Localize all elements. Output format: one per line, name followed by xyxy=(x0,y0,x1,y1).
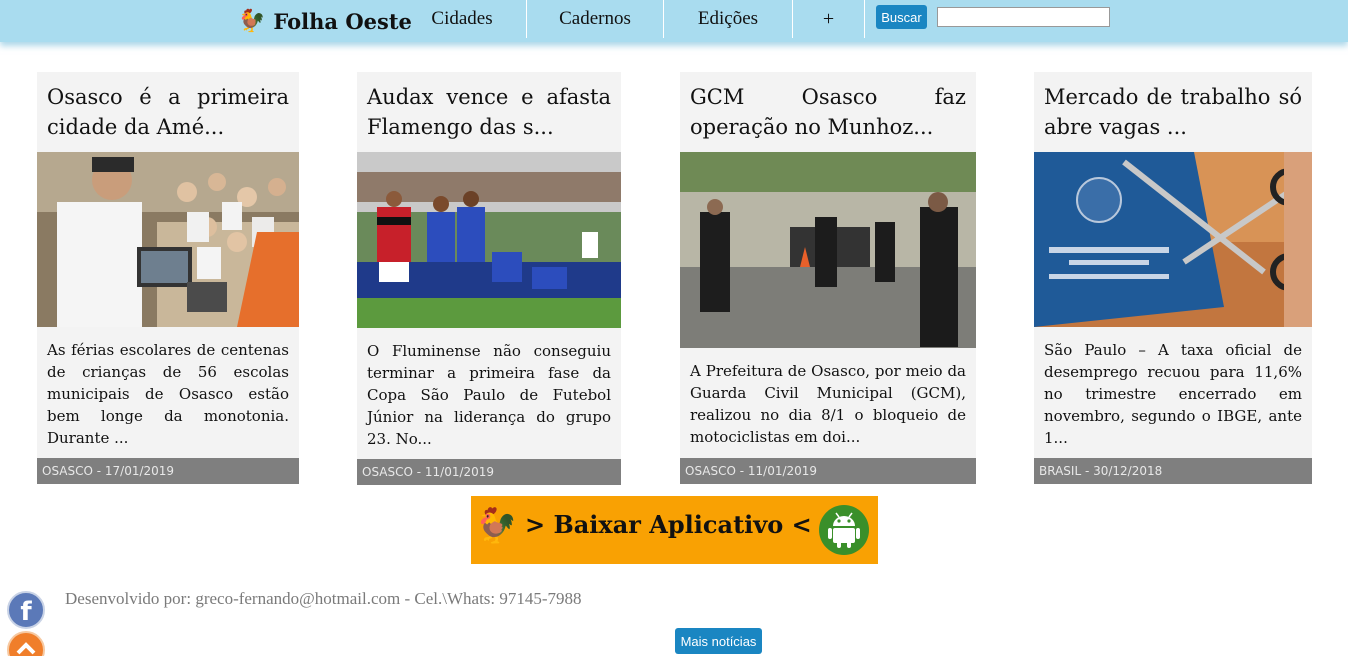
nav-item-cadernos[interactable]: Cadernos xyxy=(527,0,664,38)
scroll-top-icon[interactable] xyxy=(7,631,45,656)
nav-item-cidades[interactable]: Cidades xyxy=(398,0,527,38)
download-app-label: > Baixar Aplicativo < xyxy=(525,510,812,539)
news-card-summary: São Paulo – A taxa oficial de desemprego… xyxy=(1044,341,1302,447)
news-card-summary: As férias escolares de centenas de crian… xyxy=(47,341,289,447)
news-card-title[interactable]: Osasco é a primeira cidade da Amé... xyxy=(37,72,299,152)
news-card-image[interactable] xyxy=(1034,152,1312,327)
news-card-meta: BRASIL - 30/12/2018 xyxy=(1034,458,1312,484)
news-card-image[interactable] xyxy=(680,152,976,348)
nav-item-more[interactable]: + xyxy=(793,0,865,38)
nav-item-edicoes[interactable]: Edições xyxy=(664,0,793,38)
download-app-banner[interactable]: 🐓 > Baixar Aplicativo < xyxy=(471,496,878,564)
news-card-image[interactable] xyxy=(37,152,299,327)
news-card-title[interactable]: GCM Osasco faz operação no Munhoz... xyxy=(680,72,976,152)
news-card[interactable]: Osasco é a primeira cidade da Amé... As … xyxy=(37,72,299,484)
news-card-summary: O Fluminense não conseguiu terminar a pr… xyxy=(367,342,611,448)
logo-text: Folha Oeste xyxy=(273,8,412,34)
news-card-title[interactable]: Mercado de trabalho só abre vagas ... xyxy=(1034,72,1312,152)
main-nav: Cidades Cadernos Edições + xyxy=(398,0,865,38)
news-card[interactable]: GCM Osasco faz operação no Munhoz... A P… xyxy=(680,72,976,484)
search-button[interactable]: Buscar xyxy=(876,5,927,29)
facebook-icon[interactable]: f xyxy=(7,591,45,629)
news-card-meta: OSASCO - 11/01/2019 xyxy=(357,459,621,485)
rooster-icon: 🐓 xyxy=(475,506,518,546)
news-card-meta: OSASCO - 17/01/2019 xyxy=(37,458,299,484)
developer-credit: Desenvolvido por: greco-fernando@hotmail… xyxy=(65,589,582,608)
rooster-icon: 🐓 xyxy=(238,8,266,34)
news-card-summary: A Prefeitura de Osasco, por meio da Guar… xyxy=(690,362,966,446)
site-logo[interactable]: 🐓 Folha Oeste xyxy=(238,4,412,38)
news-card[interactable]: Mercado de trabalho só abre vagas ... Sã… xyxy=(1034,72,1312,484)
top-navigation-bar: 🐓 Folha Oeste Cidades Cadernos Edições +… xyxy=(0,0,1348,42)
news-card-image[interactable] xyxy=(357,152,621,328)
more-news-button[interactable]: Mais notícias xyxy=(675,628,762,654)
news-card-title[interactable]: Audax vence e afasta Flamengo das s... xyxy=(357,72,621,152)
search-input[interactable] xyxy=(937,7,1110,27)
android-icon xyxy=(819,505,869,555)
news-card[interactable]: Audax vence e afasta Flamengo das s... O… xyxy=(357,72,621,485)
news-card-meta: OSASCO - 11/01/2019 xyxy=(680,458,976,484)
